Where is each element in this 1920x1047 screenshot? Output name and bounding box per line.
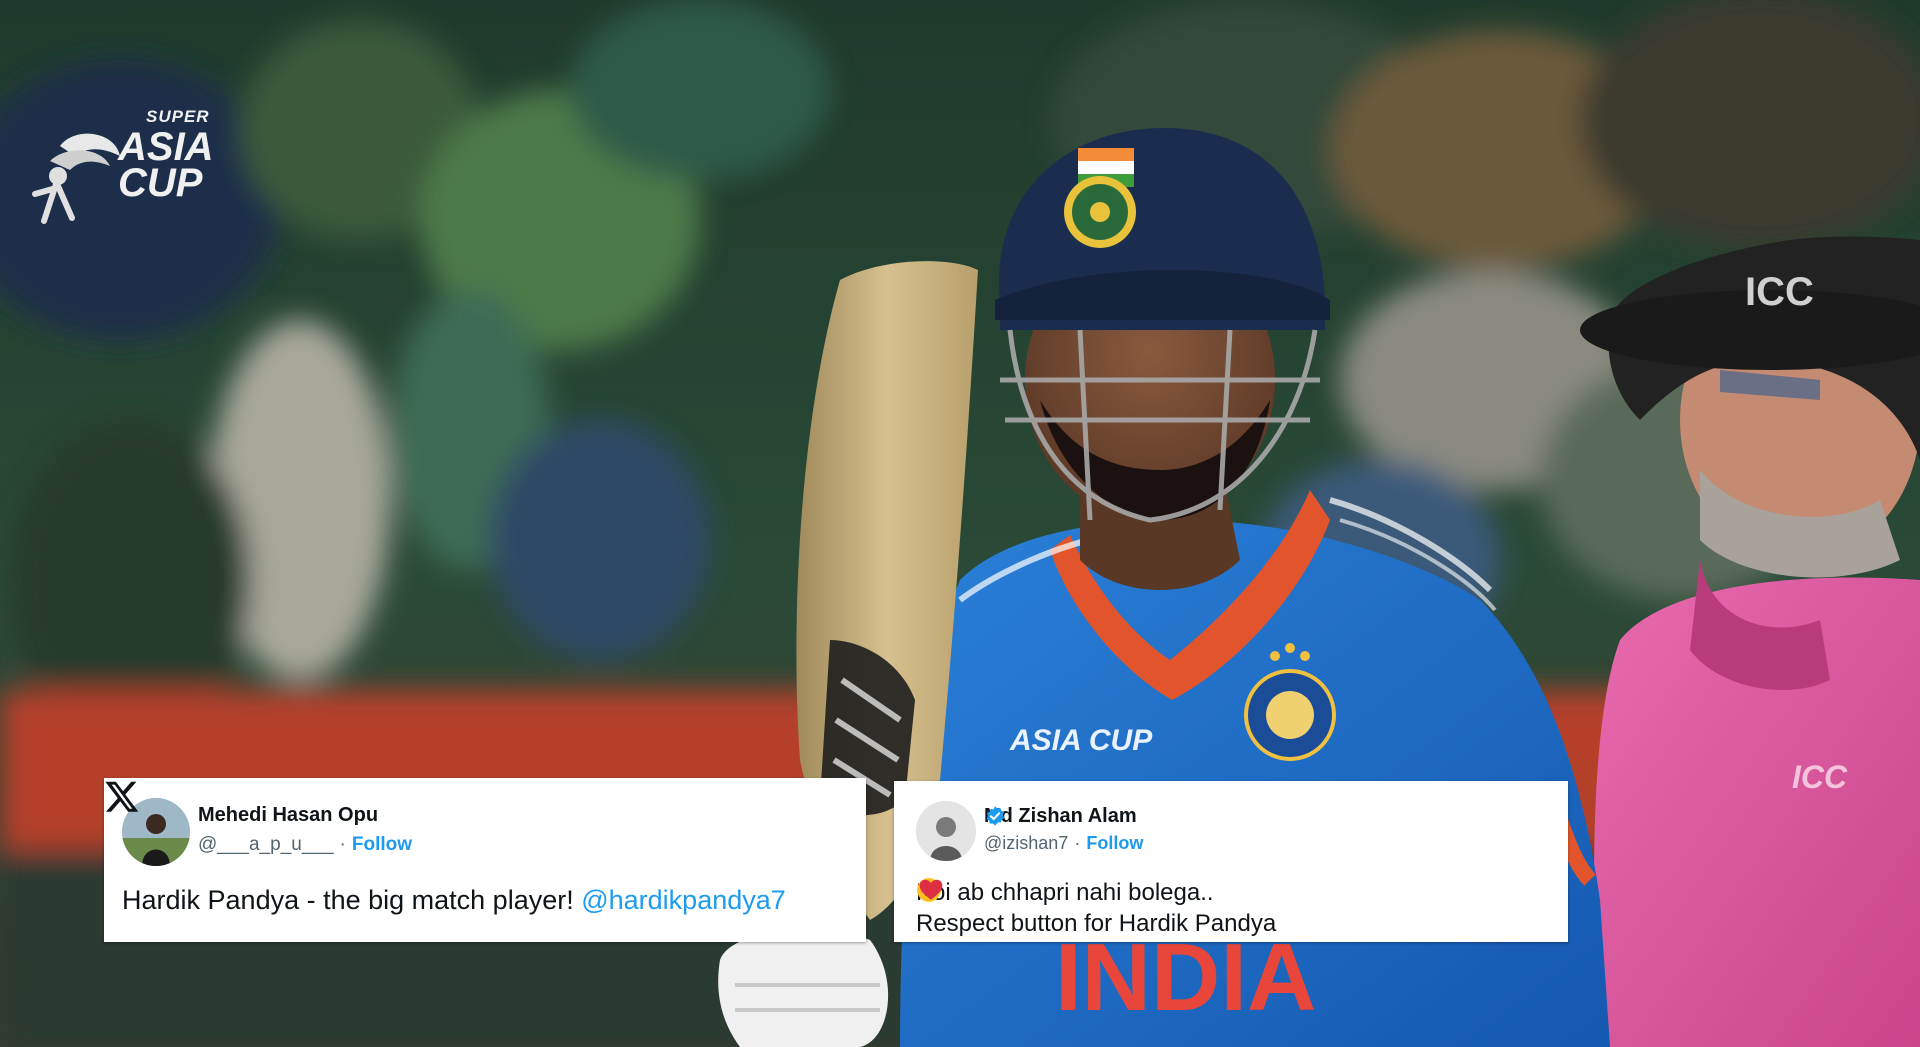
author-name[interactable]: Md Zishan Alam (984, 805, 1137, 828)
umpire-shirt-text: ICC (1792, 759, 1848, 795)
tweet-text: Hardik Pandya - the big match player! @h… (122, 885, 786, 916)
author-handle[interactable]: @izishan7 (984, 833, 1068, 853)
follow-button[interactable]: Follow (1086, 833, 1143, 853)
author-name[interactable]: Mehedi Hasan Opu (198, 804, 378, 827)
author-name-text[interactable]: Md Zishan Alam (984, 805, 1137, 828)
separator-dot: · (339, 834, 346, 855)
umpire: ICC ICC (1580, 236, 1920, 1047)
tweet-line-2-text: Respect button for Hardik Pandya (916, 910, 1277, 937)
tweet-card[interactable]: Mehedi Hasan Opu @___a_p_u___ · Follow Har… (104, 778, 866, 942)
avatar-photo-icon (916, 801, 976, 861)
tweet-card[interactable]: Md Zishan Alam @izishan7 · Follow Koi ab c… (894, 781, 1568, 942)
tweet-text: Koi ab chhapri nahi bolega.. Respect but… (916, 877, 1276, 939)
asia-cup-emblem-icon (32, 133, 120, 224)
logo-cup-text: CUP (118, 161, 203, 205)
logo-super-text: SUPER (146, 107, 210, 126)
tweet-body: Hardik Pandya - the big match player! (122, 885, 582, 915)
tweet-line-1: Koi ab chhapri nahi bolega.. (916, 879, 1214, 906)
avatar[interactable] (916, 801, 976, 861)
tweet-line-2: Respect button for Hardik Pandya (916, 878, 1277, 939)
asia-cup-logo: SUPER ASIA CUP (30, 107, 220, 224)
photo-background: ICC ICC ASIA CUP INDIA SUPER ASIA CUP Me… (0, 0, 1920, 1047)
follow-button[interactable]: Follow (352, 834, 412, 855)
author-handle[interactable]: @___a_p_u___ (198, 834, 334, 855)
separator-dot: · (1074, 833, 1081, 853)
umpire-hat-text: ICC (1745, 270, 1814, 314)
mention-link[interactable]: @hardikpandya7 (581, 885, 786, 915)
author-handle-line: @izishan7 · Follow (984, 833, 1143, 854)
author-handle-line: @___a_p_u___ · Follow (198, 834, 412, 856)
jersey-logo-text: ASIA CUP (1009, 724, 1153, 757)
red-heart-icon (919, 879, 943, 900)
verified-badge-icon (986, 806, 1005, 826)
x-logo-icon[interactable] (104, 778, 140, 814)
